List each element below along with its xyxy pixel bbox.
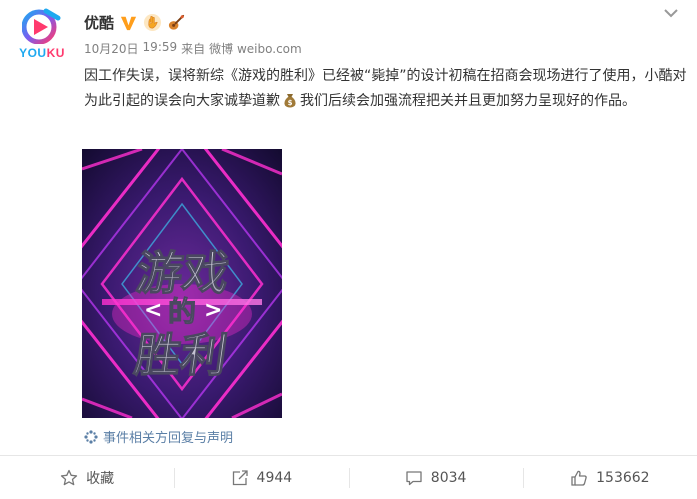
guitar-badge-icon[interactable] [167, 13, 186, 32]
poster-title-line3: 胜利 [131, 328, 231, 382]
post-date[interactable]: 10月20日 [84, 40, 139, 57]
hand-badge-icon[interactable] [143, 13, 162, 32]
svg-text:>: > [204, 298, 222, 323]
statement-link-label[interactable]: 事件相关方回复与声明 [103, 427, 233, 446]
svg-text:<: < [144, 298, 162, 323]
avatar[interactable]: YOUKU [14, 6, 70, 62]
like-count: 153662 [596, 469, 650, 486]
chevron-down-icon[interactable] [661, 6, 681, 22]
post-text-part2: 我们后续会加强流程把关并且更加努力呈现好的作品。 [300, 93, 636, 109]
poster-title-line2: 的 [168, 295, 196, 328]
post-source[interactable]: 微博 weibo.com [209, 40, 302, 57]
money-bag-emoji: $ [284, 94, 296, 108]
post-meta: 10月20日 19:59 来自 微博 weibo.com [84, 40, 302, 57]
comment-button[interactable]: 8034 [348, 456, 523, 499]
poster-image[interactable]: < > 游戏 的 胜利 [82, 149, 282, 418]
post-text: 因工作失误，误将新综《游戏的胜利》已经被“毙掉”的设计初稿在招商会现场进行了使用… [84, 64, 688, 114]
repost-button[interactable]: 4944 [174, 456, 348, 499]
favorite-button[interactable]: 收藏 [0, 456, 174, 499]
like-button[interactable]: 153662 [522, 456, 697, 499]
thumbs-up-icon [571, 470, 587, 486]
weibo-post-card: YOUKU 优酷 10月20日 19:59 来自 微博 weibo.com 因工… [0, 0, 697, 499]
poster-artwork: < > 游戏 的 胜利 [82, 149, 282, 418]
username[interactable]: 优酷 [84, 12, 114, 33]
source-prefix: 来自 [181, 42, 206, 56]
statement-link[interactable]: 事件相关方回复与声明 [84, 427, 233, 446]
youku-logo-text: YOUKU [19, 46, 65, 60]
user-row: 优酷 [84, 11, 186, 33]
comment-count: 8034 [430, 469, 467, 486]
post-time[interactable]: 19:59 [143, 40, 178, 57]
share-icon [232, 469, 248, 485]
youku-logo-icon [22, 8, 61, 44]
comment-icon [406, 470, 422, 485]
svg-text:$: $ [288, 99, 293, 107]
verified-v-icon[interactable] [119, 13, 138, 32]
star-icon [60, 469, 78, 485]
sparkle-icon [84, 429, 98, 444]
repost-count: 4944 [256, 469, 293, 486]
action-bar: 收藏 4944 8034 153662 [0, 455, 697, 499]
favorite-label: 收藏 [86, 470, 115, 487]
poster-title-line1: 游戏 [133, 246, 233, 300]
